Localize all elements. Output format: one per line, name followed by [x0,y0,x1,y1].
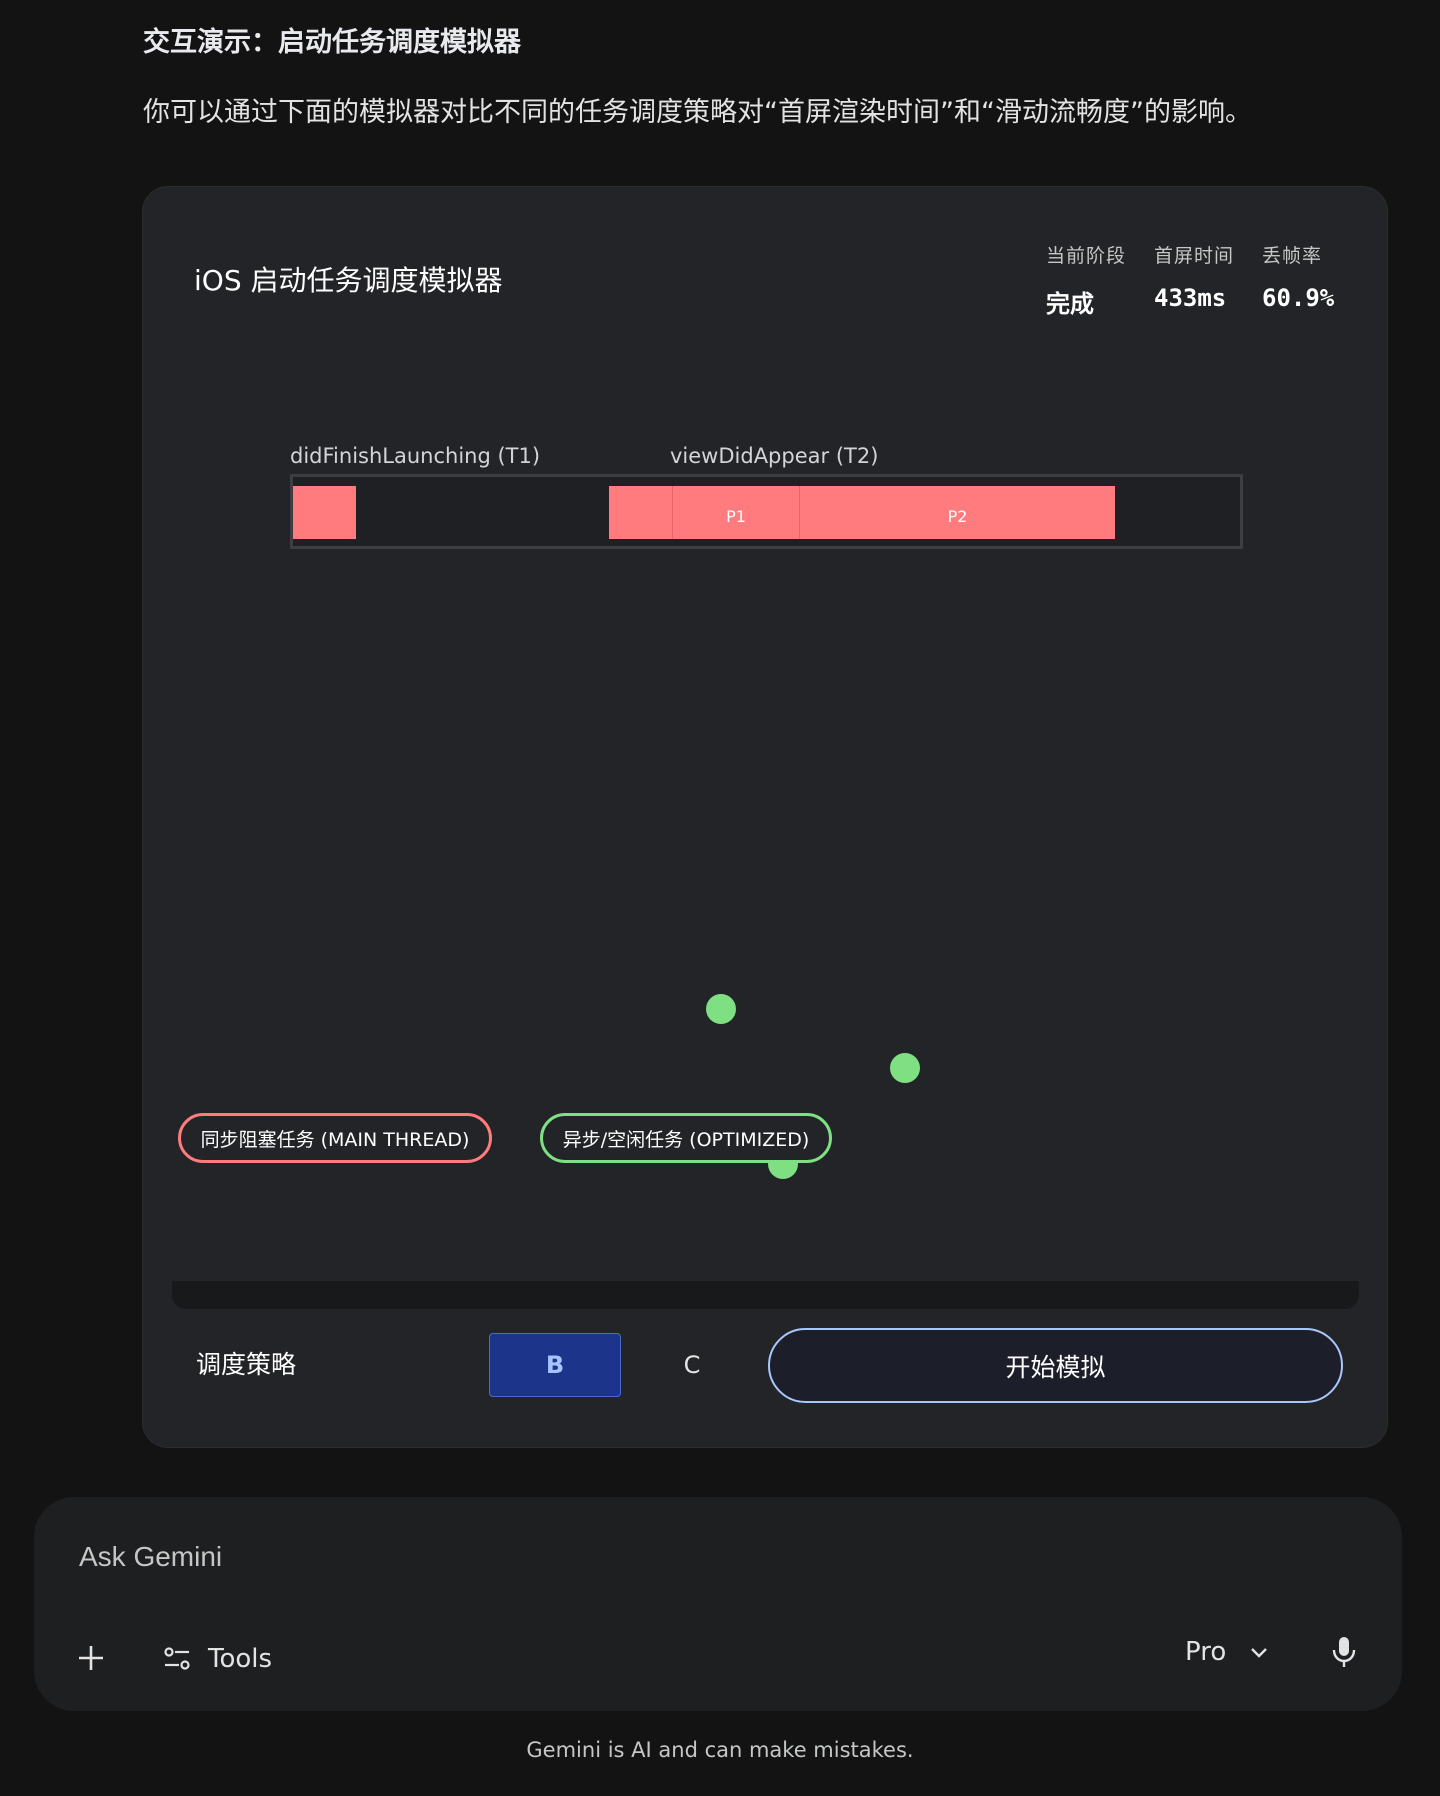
article-heading: 交互演示：启动任务调度模拟器 [143,27,521,58]
stat-first-screen-time: 首屏时间 433ms [1154,241,1234,312]
model-label: Pro [1185,1637,1227,1667]
model-selector[interactable]: Pro [1185,1632,1270,1672]
main-thread-track: P1 P2 [290,474,1243,549]
simulator-title: iOS 启动任务调度模拟器 [194,264,503,297]
stat-frame-drop-rate: 丢帧率 60.9% [1262,241,1334,312]
timeline-label-t1: didFinishLaunching (T1) [290,444,541,468]
strategy-option-b[interactable]: B [489,1333,621,1397]
stat-label: 当前阶段 [1046,245,1127,267]
strategy-option-c[interactable]: C [626,1333,758,1397]
plus-icon [79,1646,103,1670]
stat-label: 首屏时间 [1154,245,1235,267]
simulator-card: iOS 启动任务调度模拟器 当前阶段 完成 首屏时间 433ms 丢帧率 60.… [142,186,1388,1448]
legend-async-task: 异步/空闲任务 (OPTIMIZED) [540,1113,832,1163]
mic-icon [1332,1637,1356,1667]
task-block-p1: P1 [672,486,799,539]
stat-label: 丢帧率 [1262,245,1323,267]
stat-current-phase: 当前阶段 完成 [1046,241,1126,319]
task-block [293,486,356,539]
async-task-dot [890,1053,920,1083]
prompt-composer: Tools Pro [34,1497,1402,1711]
strategy-label: 调度策略 [196,1350,297,1379]
microphone-button[interactable] [1326,1632,1362,1672]
legend-sync-task: 同步阻塞任务 (MAIN THREAD) [178,1113,492,1163]
ai-disclaimer: Gemini is AI and can make mistakes. [526,1738,914,1762]
start-simulation-button[interactable]: 开始模拟 [768,1328,1343,1403]
stat-value: 完成 [1046,290,1094,318]
article-intro: 你可以通过下面的模拟器对比不同的任务调度策略对“首屏渲染时间”和“滑动流畅度”的… [143,97,1252,128]
stat-value: 433ms [1154,284,1227,312]
add-button[interactable] [72,1639,110,1677]
timeline-label-t2: viewDidAppear (T2) [670,444,879,468]
task-block-p2: P2 [799,486,1115,539]
prompt-input[interactable] [77,1540,977,1574]
chevron-down-icon [1251,1648,1268,1658]
task-block [609,486,672,539]
stat-value: 60.9% [1262,284,1335,312]
tools-button[interactable]: Tools [162,1639,272,1679]
tools-label: Tools [208,1644,273,1674]
frame-track [172,1281,1359,1309]
async-task-dot [706,994,736,1024]
tools-icon [164,1647,190,1670]
